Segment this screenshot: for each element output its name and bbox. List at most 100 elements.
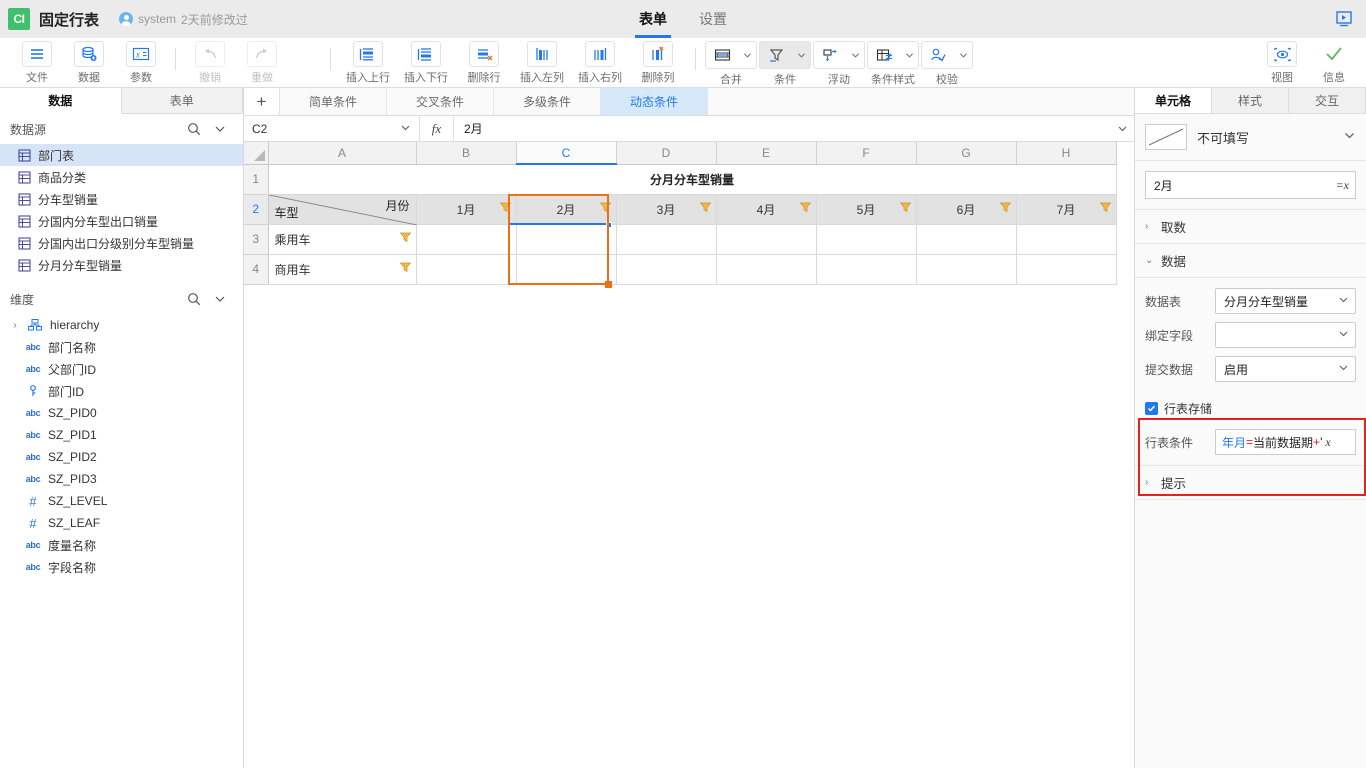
range-fill-handle[interactable] xyxy=(605,281,612,288)
datasource-item-5[interactable]: 分月分车型销量 xyxy=(0,254,243,276)
left-tab-form[interactable]: 表单 xyxy=(122,88,244,113)
bindfield-select[interactable] xyxy=(1215,322,1356,348)
row-header-2[interactable]: 2 xyxy=(244,194,268,224)
month-header-cell-1[interactable]: 1月 xyxy=(416,194,516,224)
col-header-G[interactable]: G xyxy=(916,142,1016,164)
datasource-item-4[interactable]: 分国内出口分级别分车型销量 xyxy=(0,232,243,254)
dimension-item-6[interactable]: abc SZ_PID2 xyxy=(0,446,243,468)
datasource-item-0[interactable]: 部门表 xyxy=(0,144,243,166)
chevron-down-icon[interactable] xyxy=(792,42,810,68)
formula-expand-icon[interactable] xyxy=(1110,116,1134,141)
condition-tab-simple[interactable]: 简单条件 xyxy=(280,88,387,115)
condition-tab-cross[interactable]: 交叉条件 xyxy=(387,88,494,115)
section-tips[interactable]: › 提示 xyxy=(1135,466,1366,500)
cell-name-box[interactable]: C2 xyxy=(244,116,420,141)
filter-icon[interactable] xyxy=(400,232,411,246)
corner-diagonal-cell[interactable]: 月份 车型 xyxy=(268,194,416,224)
month-header-cell-5[interactable]: 5月 xyxy=(816,194,916,224)
filter-icon[interactable] xyxy=(500,202,511,216)
ribbon-merge-button[interactable]: 合并 xyxy=(704,38,758,87)
ribbon-insert-row-above-button[interactable]: 插入上行 xyxy=(339,38,397,88)
dimension-item-8[interactable]: # SZ_LEVEL xyxy=(0,490,243,512)
dimension-item-3[interactable]: 部门ID xyxy=(0,380,243,402)
data-cell[interactable] xyxy=(716,224,816,254)
right-tab-cell[interactable]: 单元格 xyxy=(1135,88,1212,113)
ribbon-file-button[interactable]: 文件 xyxy=(11,38,63,88)
ribbon-undo-button[interactable]: 撤销 xyxy=(184,38,236,88)
chevron-right-icon[interactable]: › xyxy=(10,320,20,331)
ribbon-param-button[interactable]: x 参数 xyxy=(115,38,167,88)
fill-type-row[interactable]: 不可填写 xyxy=(1145,124,1356,150)
dimension-item-1[interactable]: abc 部门名称 xyxy=(0,336,243,358)
col-header-H[interactable]: H xyxy=(1016,142,1116,164)
ribbon-data-button[interactable]: 数据 xyxy=(63,38,115,88)
formula-editor-icon[interactable]: x xyxy=(1325,435,1330,450)
dimension-item-10[interactable]: abc 度量名称 xyxy=(0,534,243,556)
data-cell[interactable] xyxy=(816,254,916,284)
chevron-down-icon[interactable] xyxy=(954,42,972,68)
col-header-B[interactable]: B xyxy=(416,142,516,164)
month-header-cell-3[interactable]: 3月 xyxy=(616,194,716,224)
filter-icon[interactable] xyxy=(1000,202,1011,216)
col-header-C[interactable]: C xyxy=(516,142,616,164)
filter-icon[interactable] xyxy=(600,202,611,216)
chevron-down-icon[interactable] xyxy=(400,122,411,136)
data-cell[interactable] xyxy=(516,254,616,284)
data-cell[interactable] xyxy=(616,224,716,254)
data-cell[interactable] xyxy=(516,224,616,254)
chevron-down-icon[interactable] xyxy=(846,42,864,68)
data-cell[interactable] xyxy=(916,254,1016,284)
condition-tab-dynamic[interactable]: 动态条件 xyxy=(601,88,708,115)
row-store-checkbox[interactable] xyxy=(1145,402,1158,415)
dimension-item-4[interactable]: abc SZ_PID0 xyxy=(0,402,243,424)
dimension-item-hierarchy[interactable]: › hierarchy xyxy=(0,314,243,336)
preview-button[interactable] xyxy=(1332,7,1356,31)
data-cell[interactable] xyxy=(616,254,716,284)
submit-select[interactable]: 启用 xyxy=(1215,356,1356,382)
chevron-down-icon[interactable] xyxy=(900,42,918,68)
formula-x-icon[interactable]: =x xyxy=(1336,178,1349,193)
ribbon-view-button[interactable]: 视图 xyxy=(1256,38,1308,88)
row-header-1[interactable]: 1 xyxy=(244,164,268,194)
filter-icon[interactable] xyxy=(900,202,911,216)
right-tab-style[interactable]: 样式 xyxy=(1212,88,1289,113)
ribbon-float-button[interactable]: 浮动 xyxy=(812,38,866,87)
sheet-title-cell[interactable]: 分月分车型销量 xyxy=(268,164,1116,194)
datasource-item-3[interactable]: 分国内分车型出口销量 xyxy=(0,210,243,232)
datasource-collapse-icon[interactable] xyxy=(207,123,233,135)
tab-form[interactable]: 表单 xyxy=(623,0,683,38)
ribbon-insert-col-right-button[interactable]: 插入右列 xyxy=(571,38,629,88)
chevron-down-icon[interactable] xyxy=(1343,129,1356,145)
ribbon-insert-col-left-button[interactable]: 插入左列 xyxy=(513,38,571,88)
data-cell[interactable] xyxy=(1016,224,1116,254)
row-label-cell-1[interactable]: 乘用车 xyxy=(268,224,416,254)
col-header-F[interactable]: F xyxy=(816,142,916,164)
section-data[interactable]: ⌄ 数据 xyxy=(1135,244,1366,278)
ribbon-condition-button[interactable]: 条件 xyxy=(758,38,812,87)
datasource-item-2[interactable]: 分车型销量 xyxy=(0,188,243,210)
month-header-cell-4[interactable]: 4月 xyxy=(716,194,816,224)
dimension-item-5[interactable]: abc SZ_PID1 xyxy=(0,424,243,446)
datasource-item-1[interactable]: 商品分类 xyxy=(0,166,243,188)
col-header-A[interactable]: A xyxy=(268,142,416,164)
datatable-select[interactable]: 分月分车型销量 xyxy=(1215,288,1356,314)
right-tab-interaction[interactable]: 交互 xyxy=(1289,88,1366,113)
filter-icon[interactable] xyxy=(800,202,811,216)
row-condition-formula-input[interactable]: 年月 = 当前数据期 + ' x xyxy=(1215,429,1356,455)
ribbon-info-button[interactable]: 信息 xyxy=(1308,38,1360,88)
row-header-3[interactable]: 3 xyxy=(244,224,268,254)
filter-icon[interactable] xyxy=(400,262,411,276)
data-cell[interactable] xyxy=(916,224,1016,254)
formula-input[interactable]: 2月 xyxy=(454,116,1110,141)
ribbon-insert-row-below-button[interactable]: 插入下行 xyxy=(397,38,455,88)
data-cell[interactable] xyxy=(416,224,516,254)
chevron-down-icon[interactable] xyxy=(738,42,756,68)
ribbon-conditional-style-button[interactable]: 条件样式 xyxy=(866,38,920,87)
cell-value-input[interactable]: 2月 =x xyxy=(1145,171,1356,199)
data-cell[interactable] xyxy=(716,254,816,284)
month-header-cell-6[interactable]: 6月 xyxy=(916,194,1016,224)
ribbon-delete-row-button[interactable]: 删除行 xyxy=(455,38,513,88)
dimension-collapse-icon[interactable] xyxy=(207,293,233,305)
datasource-search-icon[interactable] xyxy=(181,122,207,136)
condition-tab-multilevel[interactable]: 多级条件 xyxy=(494,88,601,115)
